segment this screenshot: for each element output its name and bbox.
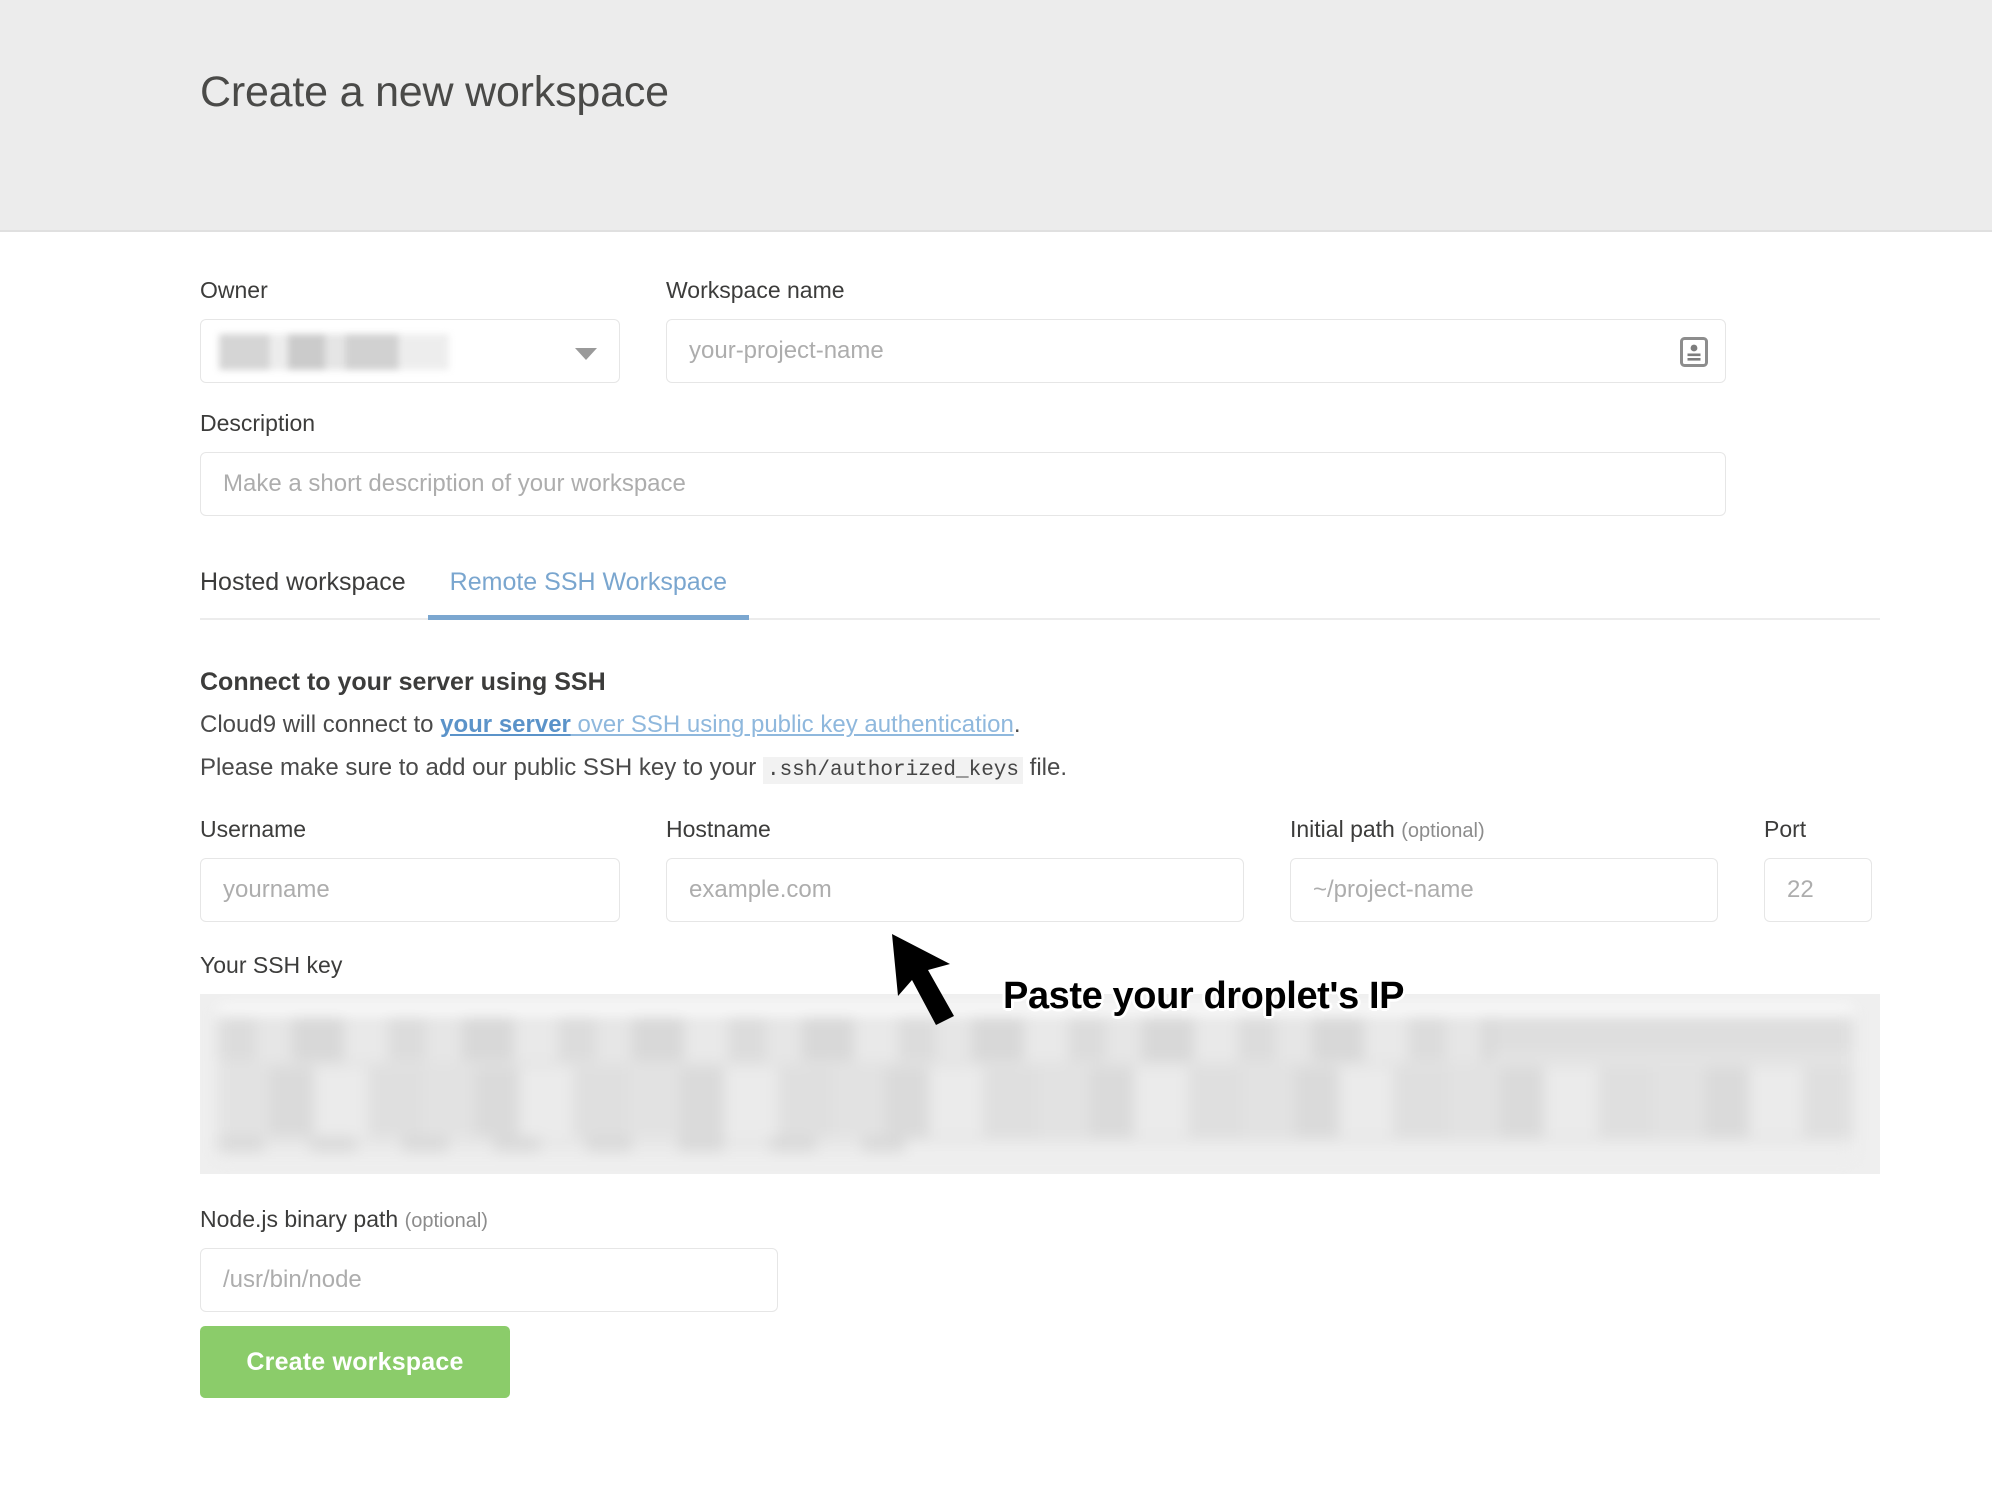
create-workspace-button[interactable]: Create workspace	[200, 1326, 510, 1399]
username-label: Username	[200, 816, 307, 843]
username-input[interactable]	[200, 858, 620, 923]
ssh-key-value-box[interactable]	[200, 994, 1880, 1175]
port-input[interactable]	[1764, 858, 1872, 923]
ssh-intro-line-2: Please make sure to add our public SSH k…	[200, 753, 1992, 784]
ssh-connection-fields-row: Username Hostname Initial path (optional…	[200, 816, 1992, 923]
username-field-group: Username	[200, 816, 620, 923]
initial-path-field-group: Initial path (optional)	[1290, 816, 1718, 923]
ssh-intro-line-1: Cloud9 will connect to your server over …	[200, 710, 1992, 740]
node-binary-path-label: Node.js binary path (optional)	[200, 1206, 1992, 1233]
public-key-auth-link[interactable]: over SSH using public key authentication	[571, 711, 1014, 738]
ssh-line2-suffix: file.	[1023, 754, 1068, 781]
hostname-label: Hostname	[666, 816, 771, 843]
hostname-field-group: Hostname	[666, 816, 1244, 923]
chevron-down-icon	[575, 348, 597, 360]
initial-path-input[interactable]	[1290, 858, 1718, 923]
description-input[interactable]	[200, 452, 1726, 516]
your-server-link[interactable]: your server	[440, 711, 571, 738]
description-label: Description	[200, 410, 316, 436]
owner-and-name-row: Owner Workspace name	[200, 279, 1992, 383]
node-binary-path-input[interactable]	[200, 1248, 778, 1313]
ssh-line1-suffix: .	[1013, 711, 1021, 738]
contact-card-icon[interactable]	[1680, 337, 1708, 367]
ssh-key-redacted-content	[218, 1006, 1853, 1159]
owner-label: Owner	[200, 277, 268, 303]
owner-select[interactable]	[200, 319, 620, 383]
workspace-type-tabs: Hosted workspace Remote SSH Workspace	[200, 570, 1880, 620]
owner-field-group: Owner	[200, 279, 620, 383]
owner-selected-value-redacted	[219, 334, 449, 370]
create-workspace-button-row: Create workspace	[200, 1312, 1992, 1399]
initial-path-label-text: Initial path	[1290, 816, 1395, 843]
tab-hosted-workspace[interactable]: Hosted workspace	[200, 570, 428, 620]
ssh-section-heading: Connect to your server using SSH	[200, 668, 606, 696]
workspace-name-wrap	[666, 319, 1726, 383]
workspace-name-field-group: Workspace name	[666, 279, 1726, 383]
ssh-key-redacted-line	[218, 1127, 905, 1153]
node-binary-path-optional-tag: (optional)	[404, 1210, 488, 1233]
initial-path-label: Initial path (optional)	[1290, 816, 1718, 843]
description-field-group: Description	[200, 412, 1992, 516]
page-header: Create a new workspace	[0, 0, 1992, 232]
hostname-input[interactable]	[666, 858, 1244, 923]
authorized-keys-path-code: .ssh/authorized_keys	[762, 757, 1024, 784]
node-binary-path-label-text: Node.js binary path	[200, 1206, 399, 1233]
ssh-key-label: Your SSH key	[200, 952, 343, 979]
ssh-line1-prefix: Cloud9 will connect to	[200, 711, 441, 738]
owner-select-wrap	[200, 319, 620, 383]
workspace-name-input[interactable]	[666, 319, 1726, 383]
port-label: Port	[1764, 816, 1807, 843]
workspace-form: Owner Workspace name your-project-name D…	[0, 232, 1992, 1399]
port-field-group: Port	[1764, 816, 1872, 923]
initial-path-optional-tag: (optional)	[1401, 820, 1485, 843]
page-title: Create a new workspace	[200, 68, 669, 116]
ssh-line2-prefix: Please make sure to add our public SSH k…	[200, 754, 763, 781]
tab-remote-ssh-workspace[interactable]: Remote SSH Workspace	[427, 570, 750, 620]
workspace-name-label: Workspace name	[666, 277, 845, 303]
